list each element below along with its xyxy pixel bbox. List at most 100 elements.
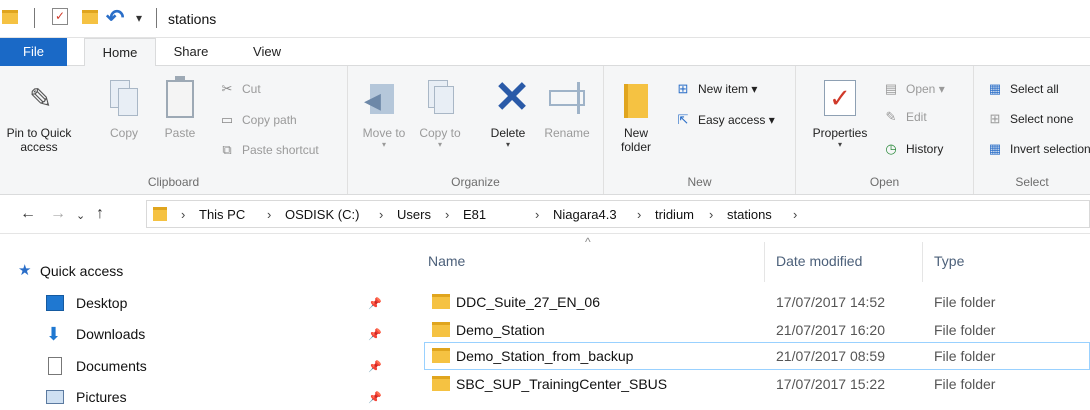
column-divider[interactable] xyxy=(922,242,923,282)
pin-icon[interactable]: 📌 xyxy=(368,297,382,311)
select-none-button[interactable]: ⊞ Select none xyxy=(984,108,1074,130)
file-type: File folder xyxy=(934,322,996,338)
delete-button[interactable]: ✕ Delete ▾ xyxy=(484,76,532,150)
breadcrumb-separator-icon[interactable]: › xyxy=(793,207,797,223)
desktop-label: Desktop xyxy=(76,295,128,311)
recent-locations-chevron-icon[interactable]: ⌄ xyxy=(76,207,85,225)
table-row[interactable]: SBC_SUP_TrainingCenter_SBUS 17/07/2017 1… xyxy=(424,370,1090,398)
toolbar-separator xyxy=(34,8,35,28)
file-date: 21/07/2017 16:20 xyxy=(776,322,885,338)
new-folder-icon[interactable] xyxy=(82,10,98,24)
pin-to-quick-access-button[interactable]: ✎ Pin to Quick access xyxy=(2,76,76,155)
breadcrumb-separator-icon[interactable]: › xyxy=(267,207,271,223)
column-header-name[interactable]: Name xyxy=(428,252,465,270)
paste-shortcut-button[interactable]: ⧉ Paste shortcut xyxy=(216,139,318,161)
breadcrumb-osdisk[interactable]: OSDISK (C:) xyxy=(285,207,359,223)
downloads-icon: ⬇ xyxy=(46,324,62,344)
breadcrumb-separator-icon[interactable]: › xyxy=(445,207,449,223)
select-group-label: Select xyxy=(1015,175,1049,189)
new-item-button[interactable]: ⊞ New item ▾ xyxy=(672,78,758,100)
copy-path-icon: ▭ xyxy=(220,112,234,127)
breadcrumb-e81[interactable]: E81 xyxy=(463,207,486,223)
undo-icon[interactable]: ↶ xyxy=(106,5,124,31)
scissors-icon: ✂ xyxy=(221,81,233,96)
tab-home[interactable]: Home xyxy=(84,38,156,67)
star-icon: ★ xyxy=(18,262,32,279)
breadcrumb-tridium[interactable]: tridium xyxy=(655,207,694,223)
pin-icon[interactable]: 📌 xyxy=(368,328,382,342)
organize-group-label: Organize xyxy=(451,175,500,189)
new-folder-button[interactable]: New folder xyxy=(614,76,658,154)
column-header-type[interactable]: Type xyxy=(934,252,964,270)
file-name: DDC_Suite_27_EN_06 xyxy=(456,294,600,310)
table-row[interactable]: Demo_Station 21/07/2017 16:20 File folde… xyxy=(424,316,1090,344)
documents-icon xyxy=(48,357,62,375)
invert-selection-icon: ▦ xyxy=(988,141,1002,156)
open-button[interactable]: ▤ Open ▾ xyxy=(880,78,945,100)
breadcrumb-separator-icon[interactable]: › xyxy=(379,207,383,223)
file-name: Demo_Station_from_backup xyxy=(456,348,634,364)
breadcrumb-separator-icon[interactable]: › xyxy=(535,207,539,223)
edit-label: Edit xyxy=(906,110,927,124)
breadcrumb-users[interactable]: Users xyxy=(397,207,431,223)
invert-selection-button[interactable]: ▦ Invert selection xyxy=(984,138,1090,160)
copy-button[interactable]: Copy xyxy=(104,76,144,140)
file-type: File folder xyxy=(934,376,996,392)
nav-item-downloads[interactable]: ⬇ Downloads xyxy=(46,321,145,347)
cut-button[interactable]: ✂ Cut xyxy=(216,78,261,100)
properties-check-icon: ✓ xyxy=(822,76,858,120)
clipboard-group: ✎ Pin to Quick access Copy Paste ✂ Cut ▭… xyxy=(0,66,348,194)
breadcrumb-stations[interactable]: stations xyxy=(727,207,772,223)
paste-button[interactable]: Paste xyxy=(160,76,200,140)
file-name: Demo_Station xyxy=(456,322,545,338)
history-button[interactable]: ◷ History xyxy=(880,138,943,160)
table-row-selected[interactable]: Demo_Station_from_backup 21/07/2017 08:5… xyxy=(424,342,1090,370)
back-arrow-icon[interactable]: ← xyxy=(20,205,36,223)
move-to-label: Move to xyxy=(362,126,406,140)
nav-item-desktop[interactable]: Desktop xyxy=(46,290,128,316)
pin-icon[interactable]: 📌 xyxy=(368,360,382,374)
tab-view[interactable]: View xyxy=(236,38,298,67)
breadcrumb-separator-icon[interactable]: › xyxy=(709,207,713,223)
properties-icon[interactable]: ✓ xyxy=(52,8,68,25)
folder-icon xyxy=(432,294,450,309)
delete-label: Delete xyxy=(490,126,526,140)
tab-file[interactable]: File xyxy=(0,38,67,67)
file-list: ^ Name Date modified Type DDC_Suite_27_E… xyxy=(410,234,1090,410)
copy-path-button[interactable]: ▭ Copy path xyxy=(216,109,297,131)
properties-button[interactable]: ✓ Properties ▾ xyxy=(804,76,876,150)
breadcrumb-niagara[interactable]: Niagara4.3 xyxy=(553,207,617,223)
history-label: History xyxy=(906,142,944,156)
column-header-date-modified[interactable]: Date modified xyxy=(776,252,862,270)
tab-share[interactable]: Share xyxy=(158,38,224,67)
select-group: ▦ Select all ⊞ Select none ▦ Invert sele… xyxy=(974,66,1090,194)
ribbon-tabs: File Home Share View xyxy=(0,38,1090,67)
easy-access-button[interactable]: ⇱ Easy access ▾ xyxy=(672,109,775,131)
paste-shortcut-icon: ⧉ xyxy=(222,142,232,157)
breadcrumb-separator-icon[interactable]: › xyxy=(181,207,185,223)
pin-icon[interactable]: 📌 xyxy=(368,391,382,405)
clipboard-group-label: Clipboard xyxy=(147,175,200,189)
open-icon: ▤ xyxy=(884,81,898,96)
navigation-pane: ★ Quick access Desktop 📌 ⬇ Downloads 📌 D… xyxy=(0,234,410,410)
breadcrumb-separator-icon[interactable]: › xyxy=(637,207,641,223)
nav-item-pictures[interactable]: Pictures xyxy=(46,384,127,410)
select-all-button[interactable]: ▦ Select all xyxy=(984,78,1059,100)
rename-button[interactable]: Rename xyxy=(540,76,594,140)
copy-to-button[interactable]: Copy to ▾ xyxy=(418,76,462,150)
copy-icon xyxy=(106,76,142,120)
table-row[interactable]: DDC_Suite_27_EN_06 17/07/2017 14:52 File… xyxy=(424,288,1090,316)
up-arrow-icon[interactable]: ↑ xyxy=(96,205,104,223)
column-divider[interactable] xyxy=(764,242,765,282)
file-type: File folder xyxy=(934,348,996,364)
move-to-button[interactable]: ◀ Move to ▾ xyxy=(362,76,406,150)
nav-quick-access[interactable]: ★ Quick access xyxy=(18,258,123,284)
breadcrumb-this-pc[interactable]: This PC xyxy=(199,207,245,223)
copy-to-icon xyxy=(422,76,458,120)
edit-button[interactable]: ✎ Edit xyxy=(880,106,927,128)
customize-dropdown-icon[interactable]: ▾ xyxy=(136,11,142,25)
forward-arrow-icon[interactable]: → xyxy=(50,205,66,223)
nav-item-documents[interactable]: Documents xyxy=(48,353,147,379)
properties-label: Properties xyxy=(812,126,868,140)
address-bar[interactable]: › This PC › OSDISK (C:) › Users › E81 › … xyxy=(146,200,1090,228)
